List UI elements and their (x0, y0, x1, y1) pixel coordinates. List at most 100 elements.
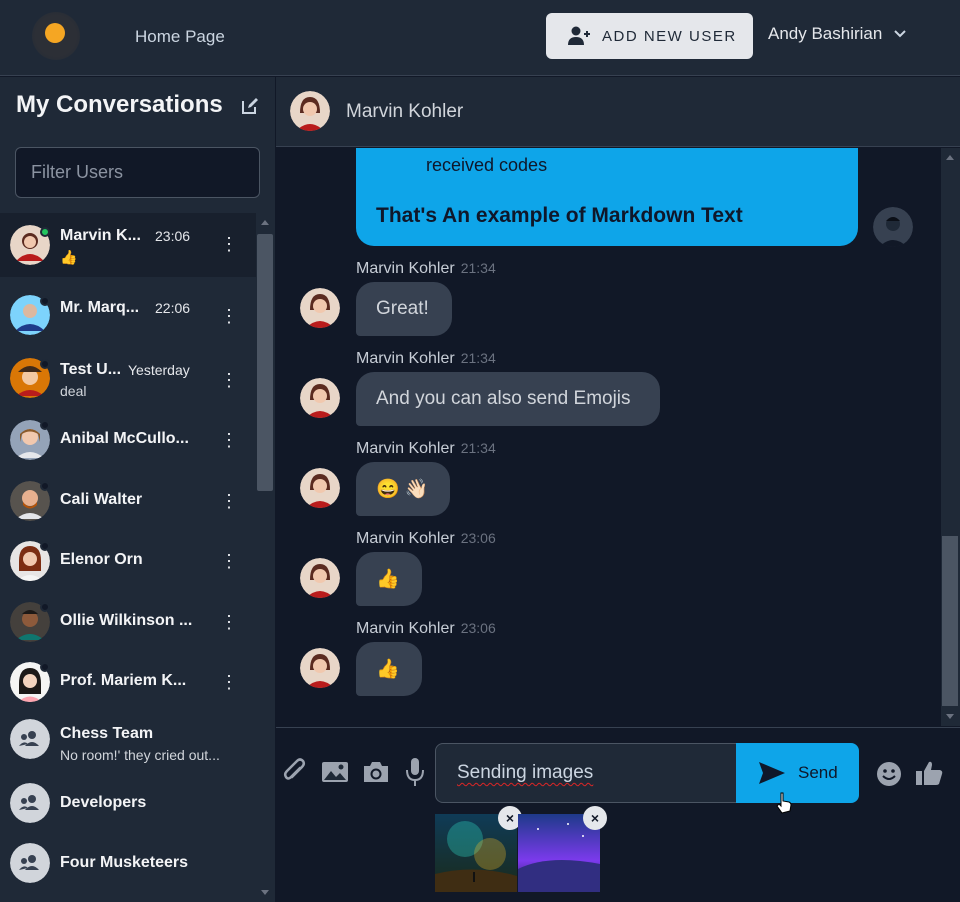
conversation-time: Yesterday (128, 362, 190, 378)
scroll-down-arrow-icon[interactable] (946, 714, 954, 719)
message-input[interactable]: Sending images (435, 743, 737, 803)
conversation-item[interactable]: Marvin K... 23:06 👍 ⋮ (0, 213, 256, 277)
conversation-name: Ollie Wilkinson ... (60, 612, 193, 629)
message-sender: Marvin Kohler (356, 620, 455, 637)
message-meta: Marvin Kohler 23:06 (356, 530, 496, 548)
more-options-icon[interactable]: ⋮ (220, 673, 238, 691)
conversation-name: Developers (60, 794, 147, 811)
message-bubble[interactable]: And you can also send Emojis (356, 372, 660, 426)
conversation-time: 23:06 (155, 228, 191, 244)
message-sender: Marvin Kohler (356, 530, 455, 547)
message-bubble[interactable]: Great! (356, 282, 452, 336)
top-bar: Home Page ADD NEW USER Andy Bashirian (0, 0, 960, 76)
add-new-user-label: ADD NEW USER (602, 27, 737, 45)
conversation-item[interactable]: Prof. Mariem K... ⋮ (0, 652, 256, 716)
conversation-item[interactable]: Ollie Wilkinson ... ⋮ (0, 592, 256, 656)
conversation-preview: deal (60, 383, 87, 399)
messages-scrollbar[interactable] (941, 148, 960, 726)
conversation-item[interactable]: Chess Team No room!' they cried out... (0, 713, 256, 777)
message-sender: Marvin Kohler (356, 260, 455, 277)
edit-icon[interactable] (241, 97, 259, 115)
microphone-icon[interactable] (405, 757, 425, 787)
message-meta: Marvin Kohler 21:34 (356, 350, 496, 368)
sender-avatar (300, 558, 340, 598)
thumbs-up-icon[interactable] (915, 760, 943, 786)
scroll-up-arrow-icon[interactable] (261, 220, 269, 225)
message-meta: Marvin Kohler 21:34 (356, 260, 496, 278)
add-new-user-button[interactable]: ADD NEW USER (546, 13, 753, 59)
online-status-dot (40, 227, 50, 237)
sender-avatar (300, 288, 340, 328)
more-options-icon[interactable]: ⋮ (220, 235, 238, 253)
message-sender: Marvin Kohler (356, 440, 455, 457)
filter-users-input[interactable] (15, 147, 260, 198)
message-input-value: Sending images (457, 762, 594, 783)
send-button[interactable]: Send (736, 743, 859, 803)
chat-header: Marvin Kohler (276, 77, 960, 147)
offline-status-dot (40, 420, 50, 430)
message-meta: Marvin Kohler 23:06 (356, 620, 496, 638)
offline-status-dot (40, 662, 50, 672)
app-logo[interactable] (32, 12, 80, 60)
message-sender: Marvin Kohler (356, 350, 455, 367)
conversation-item[interactable]: Anibal McCullo... ⋮ (0, 411, 256, 475)
message-bubble[interactable]: 👍 (356, 642, 422, 696)
contact-avatar[interactable] (290, 91, 330, 131)
image-icon[interactable] (321, 761, 349, 783)
conversation-item[interactable]: Developers (0, 777, 256, 841)
conversation-item[interactable]: Test U... Yesterday deal ⋮ (0, 348, 256, 412)
offline-status-dot (40, 602, 50, 612)
message-time: 23:06 (460, 530, 496, 546)
sidebar-title: My Conversations (16, 91, 223, 118)
user-name: Andy Bashirian (768, 24, 883, 43)
conversation-name: Anibal McCullo... (60, 430, 189, 447)
contact-name: Marvin Kohler (346, 101, 464, 122)
conversations-sidebar: My Conversations Marvin K... 23:06 👍 ⋮ M… (0, 77, 275, 902)
group-avatar (10, 783, 50, 823)
more-options-icon[interactable]: ⋮ (220, 431, 238, 449)
conversation-name: Mr. Marq... (60, 299, 140, 316)
conversation-name: Cali Walter (60, 491, 143, 508)
paperclip-icon[interactable] (282, 758, 306, 786)
conversation-time: 22:06 (155, 300, 191, 316)
hand-cursor-icon (776, 792, 792, 814)
sender-avatar (300, 378, 340, 418)
offline-status-dot (40, 541, 50, 551)
message-time: 23:06 (460, 620, 496, 636)
message-time: 21:34 (460, 260, 496, 276)
conversation-name: Elenor Orn (60, 551, 143, 568)
conversation-name: Test U... (60, 361, 122, 378)
conversation-item[interactable]: Four Musketeers (0, 837, 256, 901)
sender-avatar (300, 468, 340, 508)
scrollbar-thumb[interactable] (942, 536, 958, 706)
conversation-name: Four Musketeers (60, 854, 189, 871)
sidebar-scrollbar[interactable] (256, 213, 275, 902)
conversation-preview: No room!' they cried out... (60, 747, 220, 763)
smiley-icon[interactable] (876, 761, 902, 787)
scroll-down-arrow-icon[interactable] (261, 890, 269, 895)
conversation-item[interactable]: Elenor Orn ⋮ (0, 531, 256, 595)
self-avatar (873, 207, 913, 247)
conversation-item[interactable]: Mr. Marq... 22:06 ⋮ (0, 285, 256, 349)
message-bubble[interactable]: 👍 (356, 552, 422, 606)
remove-attachment-button[interactable]: × (583, 806, 607, 830)
more-options-icon[interactable]: ⋮ (220, 492, 238, 510)
camera-icon[interactable] (362, 761, 390, 783)
send-icon (759, 762, 785, 784)
user-menu[interactable]: Andy Bashirian (768, 24, 907, 44)
scroll-up-arrow-icon[interactable] (946, 155, 954, 160)
message-bubble[interactable]: 😄 👋🏻 (356, 462, 450, 516)
more-options-icon[interactable]: ⋮ (220, 613, 238, 631)
conversation-item[interactable]: Cali Walter ⋮ (0, 471, 256, 535)
home-page-link[interactable]: Home Page (135, 27, 225, 47)
outgoing-message-bubble[interactable]: received codes That's An example of Mark… (356, 148, 858, 246)
more-options-icon[interactable]: ⋮ (220, 371, 238, 389)
conversation-preview: 👍 (60, 249, 78, 265)
more-options-icon[interactable]: ⋮ (220, 307, 238, 325)
conversation-name: Marvin K... (60, 227, 141, 244)
offline-status-dot (40, 481, 50, 491)
message-list[interactable]: received codes That's An example of Mark… (276, 148, 941, 726)
group-avatar (10, 719, 50, 759)
scrollbar-thumb[interactable] (257, 234, 273, 491)
more-options-icon[interactable]: ⋮ (220, 552, 238, 570)
